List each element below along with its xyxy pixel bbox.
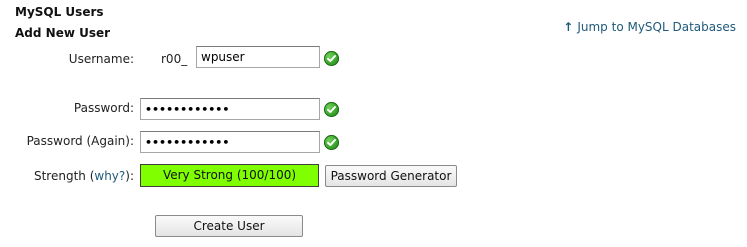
mysql-add-user-page: MySQL Users Add New User ↑ Jump to MySQL … xyxy=(0,0,747,247)
username-input[interactable] xyxy=(196,46,320,68)
jump-link-label: Jump to MySQL Databases xyxy=(577,20,736,34)
password-again-label: Password (Again): xyxy=(26,134,134,148)
check-circle-icon xyxy=(324,102,339,117)
strength-label-suffix: ): xyxy=(125,169,134,183)
why-link[interactable]: why? xyxy=(94,169,125,183)
arrow-up-icon: ↑ xyxy=(563,20,574,34)
username-prefix: r00_ xyxy=(161,52,188,66)
check-circle-icon xyxy=(324,135,339,150)
strength-label: Strength (why?): xyxy=(34,169,134,183)
password-strength-meter: Very Strong (100/100) xyxy=(140,164,319,187)
password-again-input[interactable] xyxy=(140,131,320,153)
check-circle-icon xyxy=(324,51,339,66)
jump-to-databases-link[interactable]: ↑ Jump to MySQL Databases xyxy=(563,20,736,34)
strength-label-prefix: Strength ( xyxy=(33,169,95,183)
password-label: Password: xyxy=(73,101,134,115)
create-user-button[interactable]: Create User xyxy=(155,215,303,237)
password-input[interactable] xyxy=(140,98,320,120)
password-generator-button[interactable]: Password Generator xyxy=(325,165,457,187)
username-label: Username: xyxy=(68,52,134,66)
section-subtitle: Add New User xyxy=(15,26,111,40)
section-title: MySQL Users xyxy=(15,5,104,19)
